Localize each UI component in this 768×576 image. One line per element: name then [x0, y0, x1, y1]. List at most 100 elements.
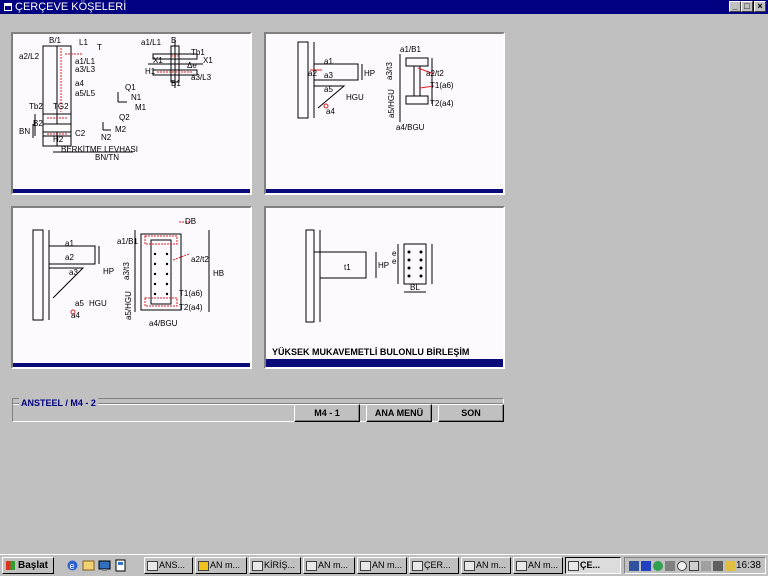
- drawing-label: N1: [131, 93, 142, 102]
- drawing-label: L1: [79, 38, 88, 47]
- title-bar: ÇERÇEVE KÖŞELERİ _ □ ×: [0, 0, 768, 14]
- drawing-label: t1: [344, 263, 351, 272]
- main-menu-button[interactable]: ANA MENÜ: [366, 404, 432, 422]
- window-icon: [252, 561, 263, 571]
- drawing-label: BL: [410, 283, 420, 292]
- panel-caption: YÜKSEK MUKAVEMETLİ BULONLU BİRLEŞİM: [272, 347, 470, 357]
- drawing-label: a3/L3: [75, 65, 96, 74]
- panel-bottom-band: [266, 359, 503, 367]
- drawing-label: a4/BGU: [396, 123, 425, 132]
- start-label: Başlat: [18, 560, 49, 571]
- keyboard-layout-icon[interactable]: [641, 561, 651, 571]
- outlook-icon[interactable]: [82, 559, 95, 572]
- taskbar-item[interactable]: AN m...: [513, 557, 563, 574]
- minimize-button[interactable]: _: [729, 1, 741, 12]
- drawing-label: a2/t2: [191, 255, 209, 264]
- window-icon: [464, 561, 475, 571]
- clock[interactable]: 16:38: [736, 558, 761, 573]
- drawing-label: a1/B1: [400, 45, 421, 54]
- drawing-label: B/1: [49, 36, 62, 45]
- drawing-label: B: [171, 36, 176, 45]
- drawing-label: HGU: [89, 299, 107, 308]
- panel-bottom-band: [13, 363, 250, 367]
- exit-button[interactable]: SON: [438, 404, 504, 422]
- close-button[interactable]: ×: [754, 1, 766, 12]
- m4-1-button[interactable]: M4 - 1: [294, 404, 360, 422]
- drawing-label: Δe: [187, 61, 197, 70]
- drawing-label: X1: [203, 56, 213, 65]
- drawing-label: a3: [324, 71, 333, 80]
- window-icon: [360, 561, 371, 571]
- window-icon: [306, 561, 317, 571]
- drawing-label: a2: [308, 69, 317, 78]
- taskbar-item[interactable]: ÇER...: [409, 557, 459, 574]
- drawing-label: a3/t3: [385, 62, 394, 80]
- drawing-label: a1: [324, 57, 333, 66]
- panel-haunch-1[interactable]: a1 a2 a3 a5 a4 HP HGU a1/B1 a3/t3 a2/t2 …: [264, 32, 505, 195]
- system-tray: 16:38: [624, 557, 766, 574]
- taskbar-item[interactable]: AN m...: [357, 557, 407, 574]
- drawing-label: a4: [75, 79, 84, 88]
- drawing-label: a2: [65, 253, 74, 262]
- panel-frame-corner[interactable]: B/1 L1 T a2/L2 a1/L1 a3/L3 a4 a5/L5 Tb2 …: [11, 32, 252, 195]
- bolted-connection-drawing: HP BL e e t1: [305, 229, 433, 323]
- taskbar-item[interactable]: AN m...: [195, 557, 247, 574]
- drawing-label: HP: [378, 261, 389, 270]
- drawing-label: a1/B1: [117, 237, 138, 246]
- taskbar-item[interactable]: AN m...: [461, 557, 511, 574]
- battery-icon[interactable]: [725, 561, 735, 571]
- taskbar-item-active[interactable]: ÇE...: [565, 557, 621, 574]
- speaker-icon[interactable]: [713, 561, 723, 571]
- drawing-label: a4/BGU: [149, 319, 178, 328]
- globe-icon[interactable]: [653, 561, 663, 571]
- drawing-label: HGU: [346, 93, 364, 102]
- drawing-label: N2: [101, 133, 112, 142]
- drawing-label: BN/TN: [95, 153, 119, 162]
- drawing-label: a5/HGU: [124, 291, 133, 320]
- drawing-label: T1(a6): [430, 81, 454, 90]
- panel-haunch-2[interactable]: a1 a2 a3 a5 a4 HP HGU DB a1/B1 a3/t3 a2/…: [11, 206, 252, 369]
- modem-icon[interactable]: [689, 561, 699, 571]
- show-desktop-icon[interactable]: [98, 559, 111, 572]
- drawing-label: a5: [75, 299, 84, 308]
- svg-text:e: e: [70, 561, 75, 571]
- panel-bottom-band: [13, 189, 250, 193]
- drawing-label: e: [392, 257, 397, 266]
- windows-logo-icon: [6, 561, 15, 570]
- drawing-label: a5/L5: [75, 89, 96, 98]
- drawing-label: a3/t3: [122, 262, 131, 280]
- drawing-label: T2(a4): [179, 303, 203, 312]
- drawing-label: B1: [171, 79, 181, 88]
- start-button[interactable]: Başlat: [2, 557, 54, 574]
- taskbar-item[interactable]: KİRİŞ...: [249, 557, 301, 574]
- panel-bottom-band: [266, 189, 503, 193]
- taskbar-item[interactable]: ANS...: [144, 557, 193, 574]
- app-sun-icon: [198, 561, 209, 571]
- drawing-label: a3: [69, 268, 78, 277]
- drawing-label: HB: [213, 269, 224, 278]
- scheduler-icon[interactable]: [701, 561, 711, 571]
- drawing-label: C2: [75, 129, 86, 138]
- drawing-label: BN: [19, 127, 30, 136]
- ie-icon[interactable]: e: [66, 559, 79, 572]
- drawing-label: M2: [115, 125, 127, 134]
- drawing-label: T: [97, 43, 102, 52]
- drawing-label: TG2: [53, 102, 69, 111]
- tool-icon[interactable]: [665, 561, 675, 571]
- window-icon: [516, 561, 527, 571]
- network-icon[interactable]: [629, 561, 639, 571]
- taskbar-item[interactable]: AN m...: [303, 557, 355, 574]
- haunch-1-drawing: a1 a2 a3 a5 a4 HP HGU a1/B1 a3/t3 a2/t2 …: [297, 41, 454, 132]
- window-title: ÇERÇEVE KÖŞELERİ: [15, 1, 127, 13]
- panel-bolted-connection[interactable]: HP BL e e t1 YÜKSEK MUKAVEMETLİ BULONLU …: [264, 206, 505, 369]
- maximize-button[interactable]: □: [741, 1, 753, 12]
- app-icon: [4, 3, 12, 11]
- drawing-label: Tb2: [29, 102, 43, 111]
- drawing-label: a5/HGU: [387, 89, 396, 118]
- cd-icon[interactable]: [677, 561, 687, 571]
- channels-icon[interactable]: [114, 559, 127, 572]
- drawing-label: a4: [71, 311, 80, 320]
- drawing-label: a4: [326, 107, 335, 116]
- drawing-label: T2(a4): [430, 99, 454, 108]
- drawing-label: a3/L3: [191, 73, 212, 82]
